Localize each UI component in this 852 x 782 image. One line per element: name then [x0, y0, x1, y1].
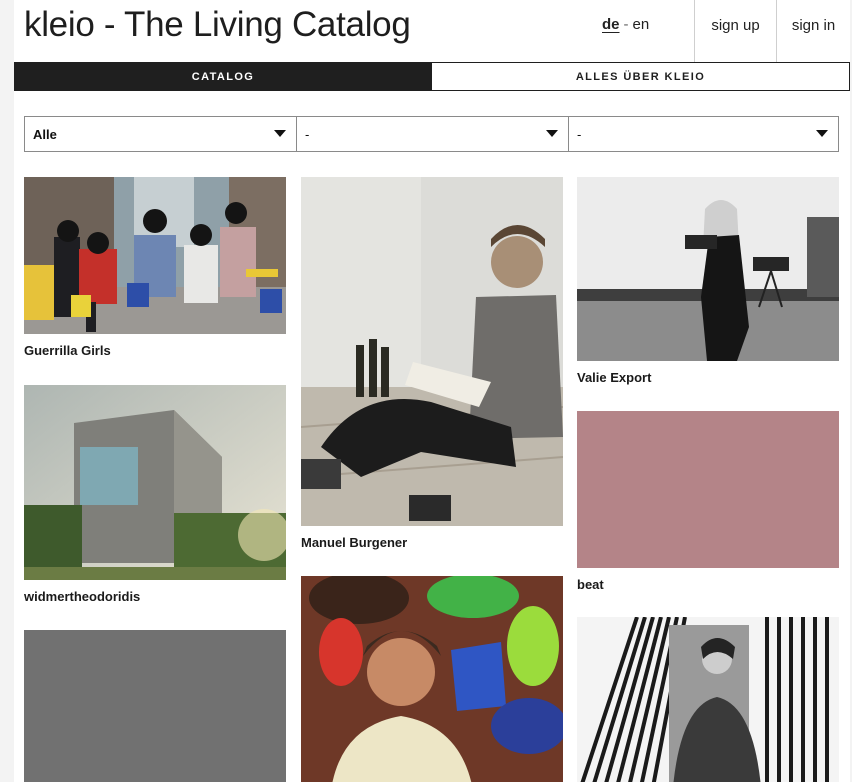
catalog-card-op-art[interactable] [577, 617, 839, 782]
language-switch: de - en [602, 16, 649, 33]
subcategory-select[interactable]: - [296, 117, 568, 151]
catalog-card-guerrilla-girls[interactable]: Guerrilla Girls [24, 177, 286, 358]
catalog-card-manuel-burgener[interactable]: Manuel Burgener [301, 177, 563, 550]
chevron-down-icon [274, 130, 286, 137]
manuel-burgener-image [301, 177, 563, 526]
grey-placeholder-image [24, 630, 286, 782]
lang-separator: - [623, 16, 629, 33]
filter-bar: Alle - - [24, 116, 839, 152]
chevron-down-icon [546, 130, 558, 137]
catalog-card-beat[interactable]: beat [577, 411, 839, 592]
card-label: beat [577, 577, 604, 592]
painter-portrait-image [301, 576, 563, 782]
catalog-card-valie-export[interactable]: Valie Export [577, 177, 839, 385]
subcategory-select-value: - [305, 127, 310, 142]
card-label: widmertheodoridis [24, 589, 141, 604]
site-header: kleio - The Living Catalog de - en sign up… [14, 0, 850, 63]
card-label: Valie Export [577, 370, 652, 385]
sign-up-label: sign up [711, 17, 760, 34]
tab-catalog[interactable]: CATALOG [14, 62, 432, 91]
catalog-card-widmertheodoridis[interactable]: widmertheodoridis [24, 385, 286, 604]
third-select-value: - [577, 127, 582, 142]
card-label: Manuel Burgener [301, 535, 408, 550]
sign-up-button[interactable]: sign up [694, 0, 776, 62]
catalog-card-painter[interactable] [301, 576, 563, 782]
third-select[interactable]: - [568, 117, 838, 151]
beat-color-image [577, 411, 839, 568]
guerrilla-girls-image [24, 177, 286, 334]
category-select[interactable]: Alle [25, 117, 296, 151]
valie-export-image [577, 177, 839, 361]
tab-about-kleio[interactable]: ALLES ÜBER KLEIO [432, 62, 850, 91]
category-select-value: Alle [33, 127, 57, 142]
catalog-card-grey[interactable] [24, 630, 286, 782]
op-art-portrait-image [577, 617, 839, 782]
widmertheodoridis-image [24, 385, 286, 580]
sign-in-button[interactable]: sign in [776, 0, 850, 62]
chevron-down-icon [816, 130, 828, 137]
lang-de-link[interactable]: de [602, 16, 620, 33]
card-label: Guerrilla Girls [24, 343, 111, 358]
lang-en-link[interactable]: en [633, 16, 650, 33]
site-title[interactable]: kleio - The Living Catalog [24, 5, 411, 45]
sign-in-label: sign in [791, 17, 836, 34]
page: kleio - The Living Catalog de - en sign up… [14, 0, 850, 782]
main-nav: CATALOG ALLES ÜBER KLEIO [14, 62, 850, 91]
